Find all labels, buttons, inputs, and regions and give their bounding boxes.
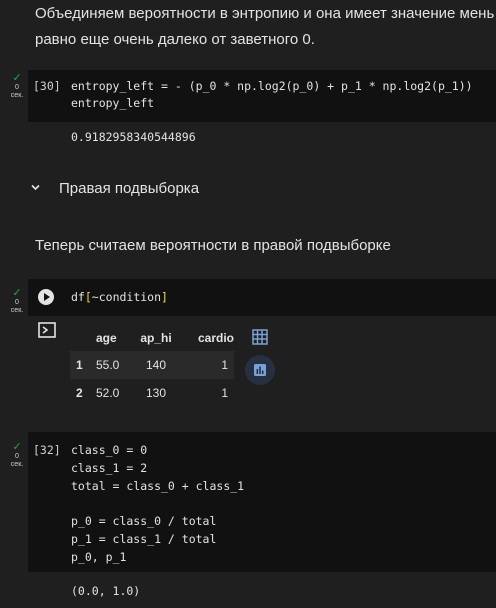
cell-32-prompt: [32] [33,443,61,457]
markdown-text-line-2: равно еще очень далеко от заветного 0. [35,31,315,48]
markdown-text-line-1: Объединяем вероятности в энтропию и она … [35,5,495,22]
code-line: entropy_left = - (p_0 * np.log2(p_0) + p… [71,79,473,93]
table-cell: 1 [182,351,234,379]
table-cell: 130 [145,386,167,400]
run-time-unit: сек. [10,92,24,99]
code-line: p_0, p_1 [71,550,127,564]
table-row: 2 52.0 130 1 [70,379,234,407]
table-cell: 52.0 [96,386,120,400]
check-icon: ✓ [12,287,22,299]
run-time-unit: сек. [10,307,24,314]
code-line: p_1 = class_1 / total [71,532,217,546]
cell-32-run-status[interactable]: ✓ 0 сек. [7,442,27,469]
chevron-down-icon[interactable] [31,183,40,192]
check-icon: ✓ [12,441,22,453]
run-time-unit: сек. [10,461,24,468]
markdown-text: Теперь считаем вероятности в правой подв… [35,237,391,254]
code-token: [ [84,290,92,304]
run-time: 0 [15,84,19,91]
table-view-button[interactable] [245,322,275,352]
row-index: 2 [76,386,83,400]
dataframe-table: age ap_hi cardio 1 55.0 140 1 2 52.0 130… [70,325,234,407]
cell-31-run-status[interactable]: ✓ 0 сек. [7,288,27,315]
check-icon: ✓ [12,72,22,84]
column-header: ap_hi [140,331,172,345]
code-line: class_0 = 0 [71,443,148,457]
column-header: cardio [197,331,234,345]
code-token: df [71,290,85,304]
table-cell: 55.0 [96,351,130,379]
table-cell: 1 [221,386,228,400]
output-icon[interactable] [38,322,56,338]
code-line: entropy_left [71,96,155,110]
row-index: 1 [70,351,96,379]
run-cell-button[interactable] [38,289,54,305]
code-line: p_0 = class_0 / total [71,514,217,528]
section-title: Правая подвыборка [59,180,200,197]
table-row: 1 55.0 140 1 [70,351,234,379]
table-view-icon [252,329,268,345]
run-time: 0 [15,453,19,460]
suggest-chart-icon [254,364,266,376]
code-line: class_1 = 2 [71,461,148,475]
code-line: df[~condition] [71,290,168,304]
code-line: total = class_0 + class_1 [71,479,245,493]
code-token: ] [161,290,168,304]
column-header: age [96,331,117,345]
index-header [70,325,96,351]
cell-32-output: (0.0, 1.0) [71,584,141,598]
code-token: ~condition [91,290,162,304]
cell-30-run-status[interactable]: ✓ 0 сек. [7,73,27,100]
cell-30-output: 0.9182958340544896 [71,130,196,144]
cell-30-prompt: [30] [33,79,61,93]
suggest-chart-button[interactable] [245,355,275,385]
run-time: 0 [15,299,19,306]
table-cell: 140 [130,351,182,379]
